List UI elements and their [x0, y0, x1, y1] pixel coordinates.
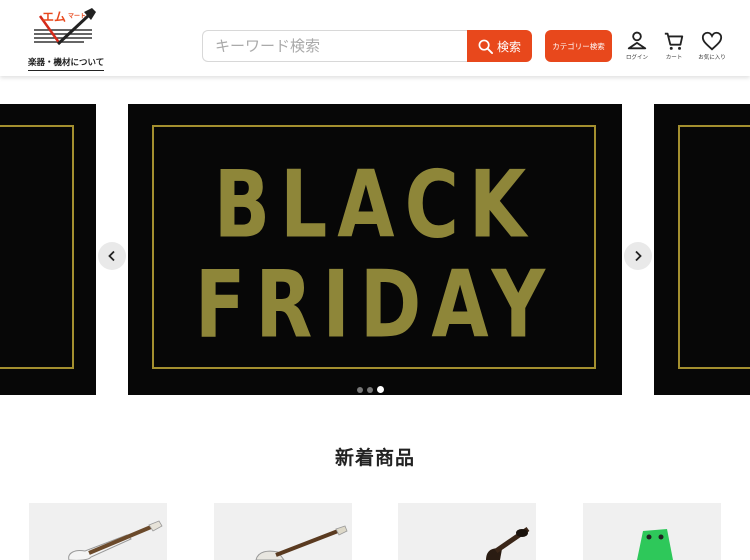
search-button[interactable]: 検索 [467, 30, 532, 62]
about-instruments-link[interactable]: 楽器・機材について [28, 56, 104, 71]
carousel-dot-3[interactable] [377, 386, 384, 393]
cart-icon [664, 32, 684, 50]
svg-text:エム: エム [42, 10, 66, 24]
search-input[interactable] [202, 30, 468, 62]
carousel-next-button[interactable] [624, 242, 652, 270]
gold-frame [0, 125, 74, 369]
electric-guitar-image [68, 520, 163, 560]
product-card[interactable] [214, 503, 352, 560]
chevron-left-icon [108, 250, 115, 262]
carousel-dots [357, 386, 384, 393]
svg-text:マート: マート [68, 13, 86, 20]
electric-guitar-image [255, 525, 348, 560]
favorites-label: お気に入り [698, 55, 726, 61]
login-label: ログイン [625, 55, 648, 61]
new-products-title: 新着商品 [334, 447, 415, 469]
cart-label: カート [665, 55, 683, 61]
search-button-label: 検索 [496, 39, 521, 54]
carousel-dot-1[interactable] [357, 386, 363, 393]
chevron-right-icon [635, 250, 642, 262]
hollow-body-guitar-image [486, 526, 530, 560]
search-bar: 検索 [202, 30, 532, 62]
site-header: エム マート 楽器・機材について 検索 カテゴリー検索 ログイン カート [0, 0, 750, 76]
favorites-button[interactable]: お気に入り [696, 30, 728, 64]
cart-button[interactable]: カート [658, 30, 690, 64]
product-card[interactable] [29, 503, 167, 560]
heart-icon [701, 31, 723, 51]
carousel-prev-button[interactable] [98, 242, 126, 270]
login-button[interactable]: ログイン [621, 30, 653, 64]
banner-line-1: BLACK [213, 151, 537, 259]
hero-carousel: BLACK FRIDAY [0, 104, 750, 395]
site-logo[interactable]: エム マート 楽器・機材について [28, 6, 104, 72]
search-icon [478, 39, 493, 54]
logo-guitar-icon: エム マート [34, 8, 96, 46]
carousel-slide-current[interactable]: BLACK FRIDAY [128, 104, 622, 395]
effects-pedal-image [637, 529, 673, 560]
carousel-slide-next[interactable] [654, 104, 750, 395]
product-card[interactable] [398, 503, 536, 560]
user-icon [627, 31, 647, 50]
category-search-button[interactable]: カテゴリー検索 [545, 30, 612, 62]
carousel-slide-previous[interactable] [0, 104, 96, 395]
banner-line-2: FRIDAY [194, 251, 556, 359]
gold-frame [678, 125, 750, 369]
carousel-dot-2[interactable] [367, 386, 373, 393]
product-card[interactable] [583, 503, 721, 560]
